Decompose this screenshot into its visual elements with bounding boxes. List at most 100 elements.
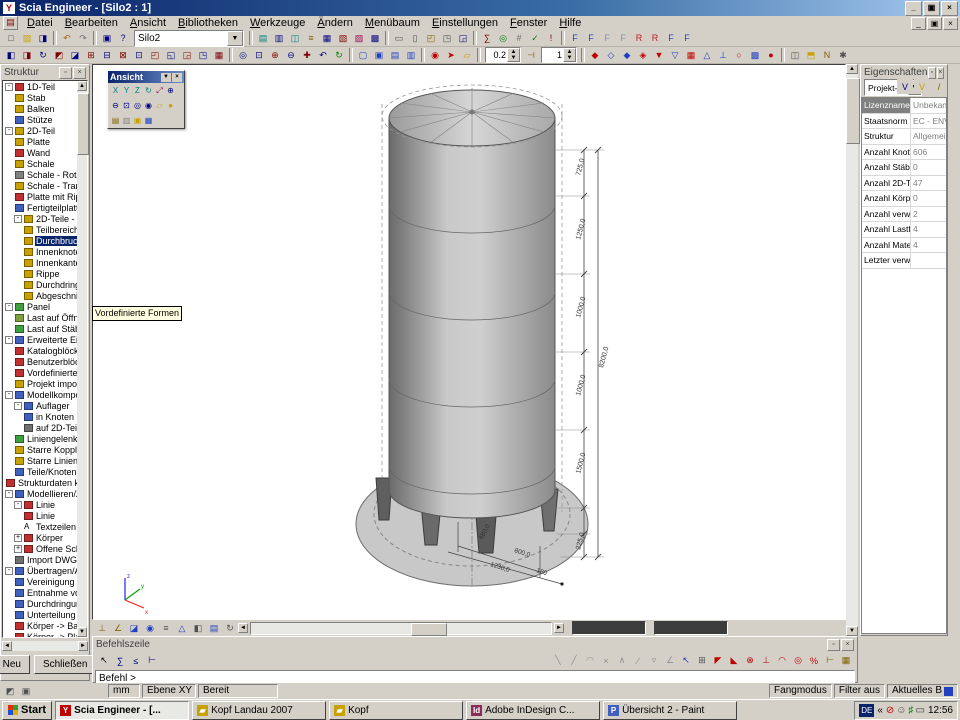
fillet-icon[interactable]: ◱ <box>163 48 179 63</box>
fly-mode-icon[interactable]: ➤ <box>443 48 459 63</box>
scroll-down-icon[interactable]: ▼ <box>77 627 87 637</box>
save-icon[interactable]: ◨ <box>35 31 51 46</box>
load-panel-icon[interactable]: ◈ <box>635 48 651 63</box>
scroll-down-icon[interactable]: ▼ <box>846 626 858 636</box>
tree-item-fertigteilplatte[interactable]: Fertigteilplatte <box>3 202 87 213</box>
collapse-icon[interactable]: - <box>14 215 22 223</box>
offset-icon[interactable]: ◳ <box>195 48 211 63</box>
join-icon[interactable]: ◰ <box>147 48 163 63</box>
collapse-icon[interactable]: - <box>5 490 13 498</box>
snap-settings-icon[interactable]: ▦ <box>838 653 854 668</box>
rotate-view-free-icon[interactable]: ↻ <box>143 84 154 97</box>
shaded-icon[interactable]: ▣ <box>371 48 387 63</box>
tree-item-benutzerblocke[interactable]: Benutzerblöcke <box>3 356 87 367</box>
view-left-icon[interactable]: F <box>599 31 615 46</box>
minimize-button[interactable]: _ <box>905 1 922 16</box>
property-row-anzahl-materi[interactable]: Anzahl Materi...4 <box>862 238 946 254</box>
collapse-icon[interactable]: - <box>5 83 13 91</box>
snap-mode-field[interactable]: Fangmodus <box>769 684 832 698</box>
pin-icon[interactable]: ▫ <box>59 67 72 79</box>
menu-datei[interactable]: Datei <box>21 17 59 30</box>
table-composer-icon[interactable]: ▩ <box>367 31 383 46</box>
snap-face-icon[interactable]: ▿ <box>646 653 662 668</box>
copy-icon[interactable]: ◨ <box>19 48 35 63</box>
filter-less-icon[interactable]: ≤ <box>128 653 144 668</box>
taskbar-task-kopf[interactable]: ▰Kopf <box>329 701 463 720</box>
blocked-icon[interactable]: ⊘ <box>886 704 894 717</box>
break-icon[interactable]: ⊡ <box>131 48 147 63</box>
menu-werkzeuge[interactable]: Werkzeuge <box>244 17 311 30</box>
support-icon[interactable]: ⊥ <box>715 48 731 63</box>
menu-menubaum[interactable]: Menübaum <box>359 17 426 30</box>
snap-percentage-icon[interactable]: % <box>806 653 822 668</box>
tree-scroll-thumb[interactable] <box>77 93 89 155</box>
scroll-up-icon[interactable]: ▲ <box>77 81 87 91</box>
menu-hilfe[interactable]: Hilfe <box>553 17 587 30</box>
save-view-icon[interactable]: ◫ <box>787 48 803 63</box>
property-row-anzahl-lastfall[interactable]: Anzahl Lastfäll...4 <box>862 222 946 238</box>
tree-item-textzeilen[interactable]: ATextzeilen <box>3 521 87 532</box>
view-top-icon[interactable]: R <box>631 31 647 46</box>
tree-item-korper-platte-v[interactable]: Körper -> Platte/V <box>3 631 87 638</box>
load-group-icon[interactable]: ◇ <box>603 48 619 63</box>
project-combo[interactable]: Silo2 ▼ <box>134 30 244 47</box>
document-icon[interactable]: ▧ <box>335 31 351 46</box>
tree-item-innenknoten[interactable]: Innenknoten <box>3 246 87 257</box>
line-load-icon[interactable]: ▽ <box>667 48 683 63</box>
menu-fenster[interactable]: Fenster <box>504 17 553 30</box>
named-view-icon[interactable]: ▣ <box>132 114 143 127</box>
scroll-left-icon[interactable]: ◄ <box>238 623 248 633</box>
tree-item-teilbereich[interactable]: Teilbereich <box>3 224 87 235</box>
library-icon[interactable]: ▥ <box>271 31 287 46</box>
snap-line-icon[interactable]: ╲ <box>550 653 566 668</box>
tree-item-auflager[interactable]: -Auflager <box>3 400 87 411</box>
spinner-arrows-icon[interactable]: ▲▼ <box>507 48 520 62</box>
spinner-arrows-icon[interactable]: ▲▼ <box>563 48 576 62</box>
snap-length-icon[interactable]: ⊢ <box>822 653 838 668</box>
expand-icon[interactable]: + <box>14 534 22 542</box>
tree-item-platte-mit-rippen[interactable]: Platte mit Rippen <box>3 191 87 202</box>
tree-item-rippe[interactable]: Rippe <box>3 268 87 279</box>
snap-tangent-icon[interactable]: ◠ <box>774 653 790 668</box>
scale-icon[interactable]: ◪ <box>67 48 83 63</box>
language-indicator[interactable]: DE <box>859 704 874 717</box>
view-right-icon[interactable]: F <box>615 31 631 46</box>
snap-arc-icon[interactable]: ◠ <box>582 653 598 668</box>
pointer-icon[interactable]: ↖ <box>96 653 112 668</box>
rotate-view-z-icon[interactable]: Z <box>132 84 143 97</box>
tree-item-2d-teile-kompo[interactable]: -2D-Teile - Kompo <box>3 213 87 224</box>
property-row-struktur[interactable]: StrukturAllgemein X... <box>862 129 946 145</box>
light-icon[interactable]: ● <box>165 99 176 112</box>
scroll-right-icon[interactable]: ► <box>78 641 88 651</box>
open-lightbox-icon[interactable]: ▱ <box>459 48 475 63</box>
tree-item-korper[interactable]: +Körper <box>3 532 87 543</box>
collapse-icon[interactable]: - <box>5 336 13 344</box>
rendered-icon[interactable]: ▥ <box>403 48 419 63</box>
tree-item-innenkante[interactable]: Innenkante <box>3 257 87 268</box>
expand-icon[interactable]: + <box>14 545 22 553</box>
project-settings-icon[interactable]: ▤ <box>255 31 271 46</box>
property-row-anzahl-korper[interactable]: Anzahl Körper:0 <box>862 191 946 207</box>
tree-item-schale-rotation[interactable]: Schale - Rotation <box>3 169 87 180</box>
tree-item-auf-2d-teil-k[interactable]: auf 2D-Teil-K <box>3 422 87 433</box>
show-all-icon[interactable]: ▥ <box>121 114 132 127</box>
tree-item-ubertragen-aufteilen[interactable]: -Übertragen/Aufteilen <box>3 565 87 576</box>
perspective-icon[interactable]: △ <box>174 621 190 636</box>
property-row-letzter-verwen[interactable]: Letzter verwen... <box>862 253 946 269</box>
tree-item-last-auf-stabe[interactable]: Last auf Stäbe <box>3 323 87 334</box>
mdi-close-button[interactable]: × <box>943 17 958 30</box>
menu-bibliotheken[interactable]: Bibliotheken <box>172 17 244 30</box>
apply-scale-icon[interactable]: ⊣ <box>523 48 539 63</box>
zoom-check-icon[interactable]: ◎ <box>495 31 511 46</box>
zoom-all-icon[interactable]: ◎ <box>235 48 251 63</box>
taskbar-task-scia-engineer[interactable]: YScia Engineer - [... <box>55 701 189 720</box>
messenger-icon[interactable]: ☺ <box>896 704 906 717</box>
view-direction-icon[interactable]: ⤢ <box>154 84 165 97</box>
tree-item-modellkomponenten[interactable]: -Modellkomponenten <box>3 389 87 400</box>
calculation-icon[interactable]: ∑ <box>479 31 495 46</box>
image-gallery-icon[interactable]: ▨ <box>351 31 367 46</box>
tree-item-stab[interactable]: Stab <box>3 92 87 103</box>
export-picture-icon[interactable]: ◰ <box>423 31 439 46</box>
chevron-down-icon[interactable]: ▼ <box>227 31 243 46</box>
tree-item-import-dwg-dxf[interactable]: Import DWG, DXF <box>3 554 87 565</box>
